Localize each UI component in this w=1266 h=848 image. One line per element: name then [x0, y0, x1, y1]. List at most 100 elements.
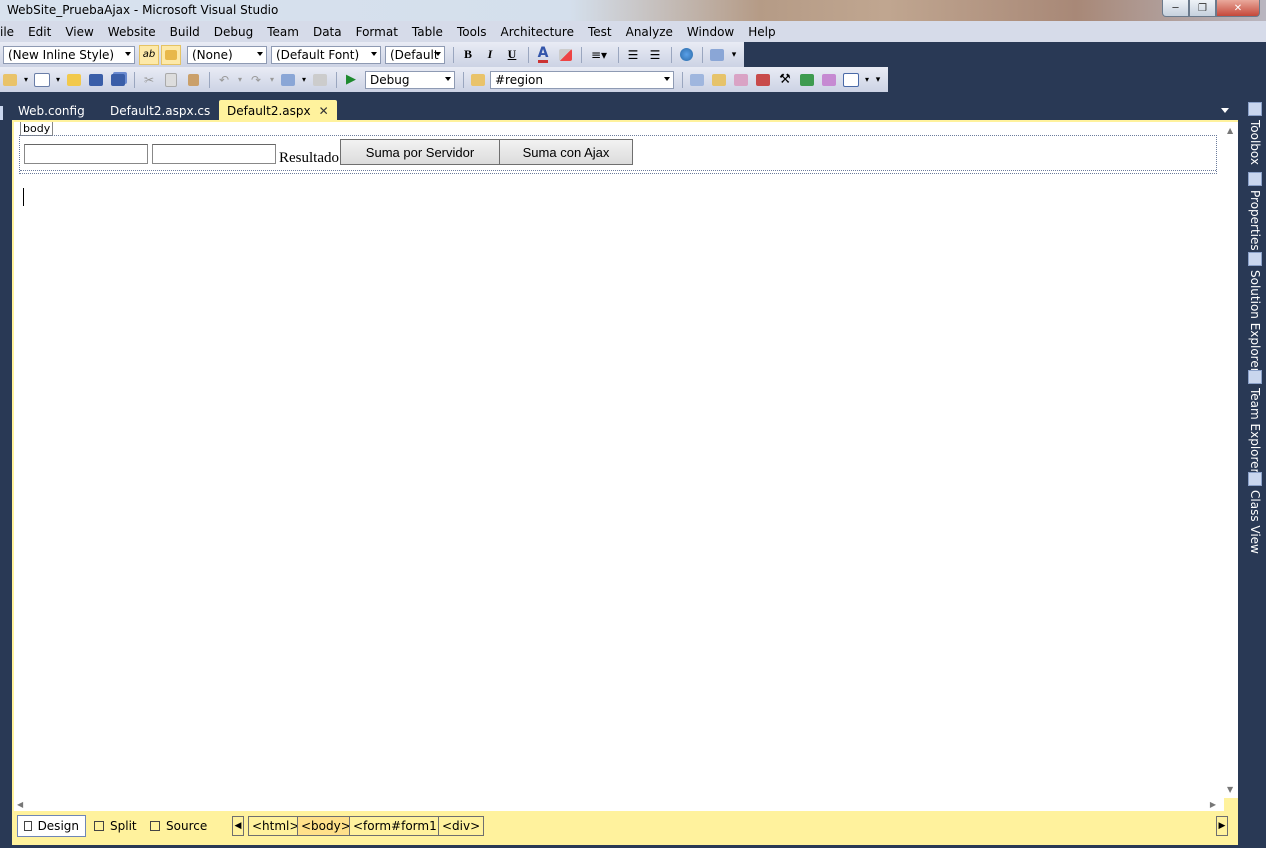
class-view-icon[interactable] — [819, 70, 839, 90]
separator — [581, 46, 582, 63]
menu-debug[interactable]: Debug — [207, 25, 260, 39]
close-button[interactable]: ✕ — [1216, 0, 1260, 17]
start-debugging-icon[interactable]: ▶ — [341, 70, 361, 90]
chevron-down-icon[interactable]: ▾ — [236, 70, 244, 90]
menu-help[interactable]: Help — [741, 25, 782, 39]
textbox-2[interactable] — [152, 144, 276, 164]
paste-icon[interactable] — [183, 70, 203, 90]
sum-ajax-button[interactable]: Suma con Ajax — [499, 139, 633, 165]
chevron-down-icon[interactable]: ▾ — [22, 70, 30, 90]
object-browser-icon[interactable] — [731, 70, 751, 90]
navigate-forward-icon[interactable] — [310, 70, 330, 90]
menu-format[interactable]: Format — [349, 25, 405, 39]
scroll-right-icon[interactable]: ▶ — [1210, 800, 1216, 809]
menu-table[interactable]: Table — [405, 25, 450, 39]
chevron-down-icon[interactable]: ▾ — [268, 70, 276, 90]
tab-web-config[interactable]: Web.config — [10, 100, 93, 121]
tag-nav-left-icon[interactable]: ◀ — [232, 816, 244, 836]
bookmark-icon[interactable] — [707, 45, 727, 65]
numbering-icon[interactable]: ☰ — [645, 45, 665, 65]
dock-solution-explorer[interactable]: Solution Explorer — [1246, 252, 1264, 373]
copy-icon[interactable] — [161, 70, 181, 90]
cut-icon[interactable]: ✂ — [139, 70, 159, 90]
menu-window[interactable]: Window — [680, 25, 741, 39]
dock-properties[interactable]: Properties — [1246, 172, 1264, 251]
chevron-down-icon[interactable]: ▾ — [300, 70, 308, 90]
block-format-combo[interactable]: (None) — [187, 45, 267, 64]
align-icon[interactable]: ≡▾ — [586, 45, 612, 65]
dock-team-explorer[interactable]: Team Explorer — [1246, 370, 1264, 474]
target-rule-icon[interactable] — [161, 44, 181, 65]
minimize-button[interactable]: ─ — [1162, 0, 1189, 17]
breadcrumb-body[interactable]: <body> — [297, 816, 355, 836]
font-color-icon[interactable]: A — [533, 45, 553, 65]
find-combo[interactable]: #region — [490, 70, 674, 89]
breadcrumb-form[interactable]: <form#form1> — [349, 816, 451, 836]
split-view-button[interactable]: Split — [88, 815, 143, 837]
redo-icon[interactable]: ↷ — [246, 70, 266, 90]
font-combo[interactable]: (Default Font) — [271, 45, 381, 64]
menu-file[interactable]: ile — [0, 25, 21, 39]
design-view-button[interactable]: Design — [17, 815, 86, 837]
breadcrumb-html[interactable]: <html> — [248, 816, 304, 836]
tab-list-dropdown-icon[interactable] — [1221, 108, 1229, 113]
textbox-1[interactable] — [24, 144, 148, 164]
italic-button[interactable]: I — [480, 45, 500, 65]
vertical-scrollbar[interactable]: ▲ ▼ — [1224, 122, 1238, 798]
solution-explorer-icon[interactable] — [687, 70, 707, 90]
menu-build[interactable]: Build — [163, 25, 207, 39]
solution-configuration-combo[interactable]: Debug — [365, 70, 455, 89]
properties-window-icon[interactable] — [709, 70, 729, 90]
toolbox-icon[interactable] — [753, 70, 773, 90]
tab-default2-aspx[interactable]: Default2.aspx ✕ — [219, 100, 337, 121]
navigate-backward-icon[interactable] — [278, 70, 298, 90]
chevron-down-icon[interactable]: ▾ — [863, 70, 871, 90]
toolbar-overflow-icon[interactable]: ▾ — [729, 45, 739, 65]
menu-view[interactable]: View — [58, 25, 100, 39]
design-surface[interactable]: body Resultado Suma por Servidor Suma co… — [14, 122, 1224, 798]
dock-toolbox[interactable]: Toolbox — [1246, 102, 1264, 165]
save-all-icon[interactable] — [108, 70, 128, 90]
source-label: Source — [166, 819, 208, 833]
save-icon[interactable] — [86, 70, 106, 90]
source-view-button[interactable]: Source — [144, 815, 213, 837]
scroll-up-icon[interactable]: ▲ — [1227, 126, 1233, 135]
toolbar-overflow-icon[interactable]: ▾ — [873, 70, 883, 90]
find-in-files-icon[interactable] — [468, 70, 488, 90]
horizontal-scrollbar[interactable]: ◀ ▶ — [14, 798, 1224, 811]
scroll-down-icon[interactable]: ▼ — [1227, 785, 1233, 794]
tab-default2-aspx-cs[interactable]: Default2.aspx.cs — [102, 100, 218, 121]
dock-class-view[interactable]: Class View — [1246, 472, 1264, 554]
bold-button[interactable]: B — [458, 45, 478, 65]
menu-test[interactable]: Test — [581, 25, 619, 39]
bullets-icon[interactable]: ☰ — [623, 45, 643, 65]
breadcrumb-div[interactable]: <div> — [438, 816, 485, 836]
font-size-combo[interactable]: (Default — [385, 45, 445, 64]
style-combo[interactable]: (New Inline Style) — [3, 45, 135, 64]
menu-website[interactable]: Website — [101, 25, 163, 39]
new-project-icon[interactable] — [0, 70, 20, 90]
open-file-icon[interactable] — [64, 70, 84, 90]
command-window-icon[interactable] — [841, 70, 861, 90]
menu-team[interactable]: Team — [260, 25, 306, 39]
menu-data[interactable]: Data — [306, 25, 349, 39]
maximize-button[interactable]: ❐ — [1189, 0, 1216, 17]
style-application-icon[interactable]: ab — [139, 44, 159, 65]
close-tab-icon[interactable]: ✕ — [319, 104, 329, 118]
sum-server-button[interactable]: Suma por Servidor — [340, 139, 500, 165]
menu-architecture[interactable]: Architecture — [494, 25, 581, 39]
add-item-icon[interactable] — [32, 70, 52, 90]
scroll-left-icon[interactable]: ◀ — [17, 800, 23, 809]
menu-edit[interactable]: Edit — [21, 25, 58, 39]
div-container[interactable]: Resultado Suma por Servidor Suma con Aja… — [19, 135, 1217, 174]
start-page-icon[interactable] — [797, 70, 817, 90]
chevron-down-icon[interactable]: ▾ — [54, 70, 62, 90]
tag-nav-right-icon[interactable]: ▶ — [1216, 816, 1228, 836]
underline-button[interactable]: U — [502, 45, 522, 65]
menu-analyze[interactable]: Analyze — [619, 25, 680, 39]
undo-icon[interactable]: ↶ — [214, 70, 234, 90]
extension-manager-icon[interactable]: ⚒ — [775, 70, 795, 90]
highlight-icon[interactable] — [555, 45, 575, 65]
menu-tools[interactable]: Tools — [450, 25, 494, 39]
hyperlink-icon[interactable] — [676, 45, 696, 65]
